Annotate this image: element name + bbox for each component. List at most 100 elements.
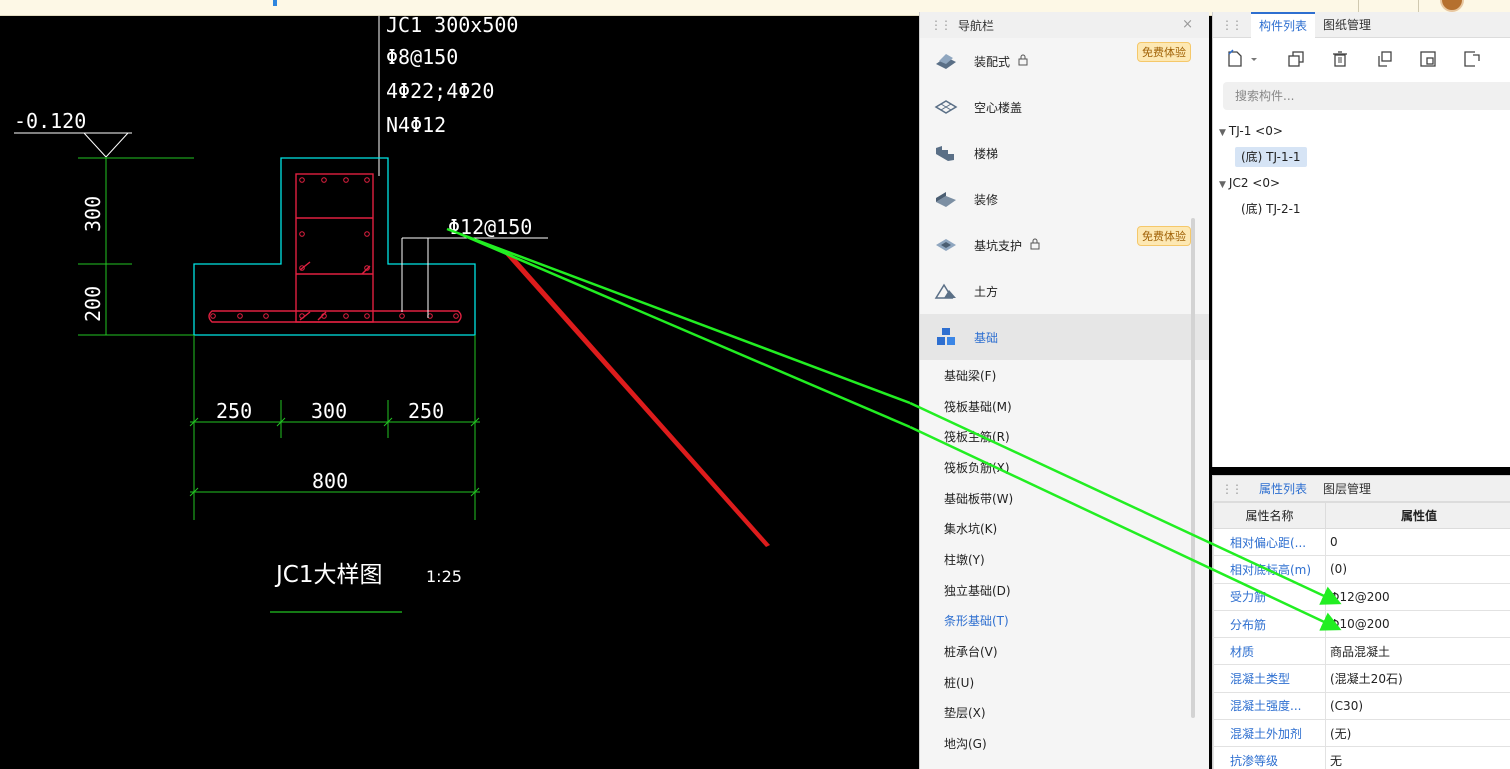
property-row[interactable]: 抗渗等级 无 <box>1213 746 1510 769</box>
detail-title: JC1大样图 <box>274 562 382 588</box>
free-trial-badge[interactable]: 免费体验 <box>1137 42 1191 62</box>
nav-title: 导航栏 <box>958 18 995 33</box>
copy-button[interactable] <box>1281 46 1311 72</box>
property-row[interactable]: 分布筋 Φ10@200 <box>1213 609 1510 639</box>
property-row[interactable]: 受力筋 Φ12@200 <box>1213 582 1510 611</box>
property-row[interactable]: 相对偏心距(... 0 <box>1213 527 1510 557</box>
property-row[interactable]: 混凝土强度... (C30) <box>1213 691 1510 721</box>
nav-subitem-strip-footing[interactable]: 条形基础(T) <box>920 606 1209 637</box>
avatar[interactable] <box>1440 0 1464 12</box>
nav-subitem-raft-negative-rebar[interactable]: 筏板负筋(X) <box>920 452 1209 483</box>
drag-grip-icon[interactable]: ⋮⋮ <box>930 18 952 32</box>
nav-category-earthwork[interactable]: 土方 <box>920 268 1209 314</box>
nav-category-label: 土方 <box>974 284 999 299</box>
property-value[interactable]: 商品混凝土 <box>1325 637 1510 666</box>
caret-down-icon[interactable]: ▼ <box>1219 180 1226 190</box>
property-value[interactable]: (C30) <box>1325 691 1510 721</box>
logo-fragment <box>273 0 277 6</box>
drag-grip-icon[interactable]: ⋮⋮ <box>1221 18 1243 32</box>
property-value[interactable]: 无 <box>1325 746 1510 769</box>
property-value[interactable]: Φ10@200 <box>1325 609 1510 639</box>
property-row[interactable]: 相对底标高(m) (0) <box>1213 555 1510 584</box>
cad-canvas[interactable]: JC1 300x500 Φ8@150 4Φ22;4Φ20 N4Φ12 -0.12… <box>0 16 910 769</box>
property-name: 相对底标高(m) <box>1213 555 1326 584</box>
rebar-dots <box>210 177 459 319</box>
nav-subitem-pile-cap[interactable]: 桩承台(V) <box>920 636 1209 667</box>
title-line-4: N4Φ12 <box>386 113 446 137</box>
copy-icon <box>1288 51 1304 67</box>
tree-item[interactable]: (底) TJ-2-1 <box>1213 196 1510 222</box>
title-line-3: 4Φ22;4Φ20 <box>386 79 494 103</box>
tree-item[interactable]: (底) TJ-1-1 <box>1213 144 1510 170</box>
red-arrow-annotation <box>503 252 770 547</box>
nav-subitem-foundation-strip[interactable]: 基础板带(W) <box>920 483 1209 514</box>
floor-copy-button[interactable] <box>1413 46 1443 72</box>
tree-group[interactable]: ▼ TJ-1 <0> <box>1213 118 1510 144</box>
export-button[interactable] <box>1457 46 1487 72</box>
nav-subitem-raft-main-rebar[interactable]: 筏板主筋(R) <box>920 421 1209 452</box>
property-tabs: ⋮⋮ 属性列表 图层管理 <box>1213 476 1510 502</box>
property-row[interactable]: 材质 商品混凝土 <box>1213 637 1510 666</box>
title-line-2: Φ8@150 <box>386 45 458 69</box>
nav-category-decoration[interactable]: 装修 <box>920 176 1209 222</box>
nav-category-label: 装修 <box>974 192 999 207</box>
nav-subitem-raft-foundation[interactable]: 筏板基础(M) <box>920 391 1209 422</box>
nav-category-foundation[interactable]: 基础 <box>920 314 1209 360</box>
dim-200-vertical: 200 <box>81 286 105 322</box>
hollow-slab-icon <box>932 96 960 118</box>
lock-icon <box>1018 54 1028 69</box>
property-name-header: 属性名称 <box>1213 502 1326 529</box>
component-tabs: ⋮⋮ 构件列表 图纸管理 <box>1213 11 1510 38</box>
tab-property-list[interactable]: 属性列表 <box>1251 476 1315 502</box>
nav-subitem-foundation-beam[interactable]: 基础梁(F) <box>920 360 1209 391</box>
property-row[interactable]: 混凝土类型 (混凝土20石) <box>1213 664 1510 693</box>
property-value[interactable]: (无) <box>1325 719 1510 748</box>
tree-item-label: (底) TJ-2-1 <box>1241 202 1301 216</box>
property-name: 受力筋 <box>1213 582 1326 611</box>
nav-category-hollow-slab[interactable]: 空心楼盖 <box>920 84 1209 130</box>
free-trial-badge[interactable]: 免费体验 <box>1137 226 1191 246</box>
component-search-input[interactable]: 搜索构件... <box>1223 82 1510 110</box>
nav-subitem-pile[interactable]: 桩(U) <box>920 667 1209 698</box>
property-header-row: 属性名称 属性值 <box>1213 502 1510 529</box>
tab-layer-management[interactable]: 图层管理 <box>1315 476 1379 502</box>
nav-scrollbar[interactable] <box>1191 218 1195 718</box>
floor-copy-icon <box>1420 51 1436 67</box>
section-outline <box>193 157 476 336</box>
tree-group-label: TJ-1 <0> <box>1228 124 1283 138</box>
new-component-button[interactable] <box>1223 46 1267 72</box>
tab-drawing-management[interactable]: 图纸管理 <box>1315 12 1379 38</box>
prefab-icon <box>932 50 960 72</box>
layer-copy-button[interactable] <box>1369 46 1399 72</box>
nav-subitem-trench[interactable]: 地沟(G) <box>920 728 1209 759</box>
elevation-label: -0.120 <box>14 109 86 133</box>
property-name: 混凝土强度... <box>1213 691 1326 721</box>
drag-grip-icon[interactable]: ⋮⋮ <box>1221 482 1243 496</box>
property-value[interactable]: (0) <box>1325 555 1510 584</box>
delete-button[interactable] <box>1325 46 1355 72</box>
property-value[interactable]: 0 <box>1325 527 1510 557</box>
tree-group[interactable]: ▼ JC2 <0> <box>1213 170 1510 196</box>
nav-category-label: 装配式 <box>974 54 1011 69</box>
export-icon <box>1464 51 1480 67</box>
property-value[interactable]: Φ12@200 <box>1325 582 1510 611</box>
nav-category-label: 基坑支护 <box>974 238 1023 253</box>
close-icon[interactable]: × <box>1182 17 1193 32</box>
navigation-panel: ⋮⋮ 导航栏 × 装配式 免费体验 空心楼盖 楼梯 装修 基坑支护 免费体验 土… <box>919 12 1209 769</box>
dim-250-right: 250 <box>408 399 444 423</box>
nav-category-stairs[interactable]: 楼梯 <box>920 130 1209 176</box>
nav-subitem-sump-pit[interactable]: 集水坑(K) <box>920 513 1209 544</box>
caret-down-icon[interactable]: ▼ <box>1219 128 1226 138</box>
nav-subitem-isolated-footing[interactable]: 独立基础(D) <box>920 575 1209 606</box>
nav-category-label: 楼梯 <box>974 146 999 161</box>
nav-category-excavation-support[interactable]: 基坑支护 免费体验 <box>920 222 1209 268</box>
property-value[interactable]: (混凝土20石) <box>1325 664 1510 693</box>
tab-component-list[interactable]: 构件列表 <box>1251 11 1316 38</box>
property-row[interactable]: 混凝土外加剂 (无) <box>1213 719 1510 748</box>
nav-category-prefab[interactable]: 装配式 免费体验 <box>920 38 1209 84</box>
nav-subitem-column-pier[interactable]: 柱墩(Y) <box>920 544 1209 575</box>
property-name: 相对偏心距(... <box>1213 527 1326 557</box>
nav-subitem-cushion[interactable]: 垫层(X) <box>920 698 1209 729</box>
excavation-support-icon <box>932 234 960 256</box>
component-toolbar <box>1213 38 1510 80</box>
